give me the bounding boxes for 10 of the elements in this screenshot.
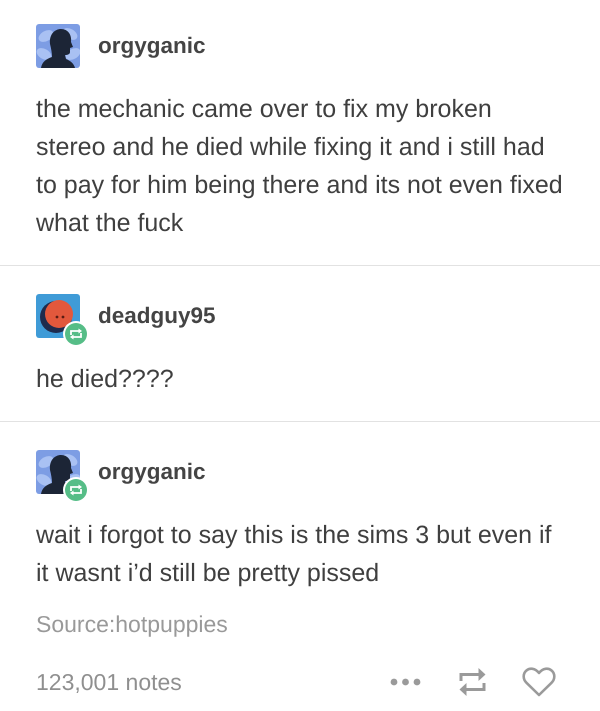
username-link[interactable]: deadguy95	[98, 303, 216, 329]
post-text: he died????	[36, 364, 175, 395]
more-options-icon[interactable]	[390, 678, 421, 686]
post-text: wait i forgot to say this is the sims 3 but even if it wasnt i’d still be pretty pissed	[36, 520, 553, 589]
username-link[interactable]: orgyganic	[98, 33, 206, 59]
reblog-icon[interactable]	[457, 666, 488, 698]
silhouette-avatar-icon[interactable]	[36, 24, 80, 68]
heart-icon[interactable]	[522, 667, 556, 697]
post-text: the mechanic came over to fix my broken stereo and he died while fixing it and i still had to pay for him being there and its not even fixed what the fuck	[36, 94, 564, 239]
username-link[interactable]: orgyganic	[98, 459, 206, 485]
